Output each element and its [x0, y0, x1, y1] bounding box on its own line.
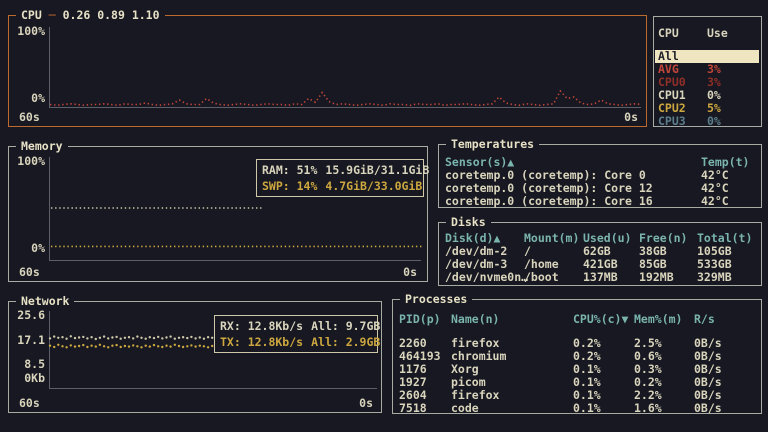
network-x-axis-left-label: 60s: [19, 397, 40, 410]
network-panel-title: Network: [16, 293, 74, 309]
network-y-tick-4: 0Kb: [9, 372, 45, 385]
cpu-graph-axis: [49, 27, 641, 108]
memory-legend-swap-row: SWP: 14% 4.7GiB/33.0GiB: [262, 179, 418, 194]
disks-panel-title: Disks: [446, 214, 491, 230]
cpu-x-axis-left-label: 60s: [19, 111, 40, 124]
cpu-panel-title: CPU ─ 0.26 0.89 1.10: [16, 7, 165, 23]
disks-table-rows: /dev/dm-2/62GB38GB105GB/dev/dm-3/home421…: [439, 245, 761, 284]
system-monitor-screen: CPU ─ 0.26 0.89 1.10 100% 0% 60s 0s CPU …: [0, 0, 768, 432]
process-cell-3: 1.6%: [634, 402, 694, 415]
network-legend-rx-row: RX: 12.8Kb/s All: 9.7GB: [220, 319, 372, 334]
network-y-tick-2: 17.1: [9, 334, 45, 347]
processes-header-col-3[interactable]: Mem%(m): [634, 313, 694, 326]
memory-x-axis-left-label: 60s: [19, 266, 40, 279]
temperatures-panel[interactable]: Temperatures Sensor(s)▲ Temp(t) coretemp…: [438, 144, 762, 208]
network-panel[interactable]: Network 25.6 17.1 8.5 0Kb RX: 12.8Kb/s A…: [8, 301, 382, 413]
swap-usage-label: SWP: 14%: [262, 179, 317, 194]
cpu-table-header-use[interactable]: Use: [707, 27, 728, 40]
cpu-legend-table-panel[interactable]: CPU Use AllAVG3%CPU03%CPU10%CPU25%CPU30%: [653, 16, 762, 127]
memory-panel-title: Memory: [16, 138, 68, 154]
network-legend: RX: 12.8Kb/s All: 9.7GB TX: 12.8Kb/s All…: [214, 315, 378, 353]
processes-table-rows: 2260firefox0.2%2.5%0B/s464193chromium0.2…: [393, 337, 761, 415]
cpu-table-header: CPU Use: [654, 27, 728, 40]
tx-rate-label: TX: 12.8Kb/s: [220, 335, 303, 350]
rx-rate-label: RX: 12.8Kb/s: [220, 319, 303, 334]
cpu-y-axis-bottom-label: 0%: [9, 92, 45, 105]
cpu-title-separator: ─: [49, 8, 56, 22]
cpu-table-rows: AllAVG3%CPU03%CPU10%CPU25%CPU30%: [654, 50, 761, 128]
cpu-table-row[interactable]: CPU30%: [654, 115, 761, 128]
ram-usage-detail: 15.9GiB/31.1GiB: [325, 163, 429, 178]
processes-table-header: PID(p)Name(n)CPU%(c)▼Mem%(m)R/s: [393, 313, 761, 326]
memory-y-axis-top-label: 100%: [9, 155, 45, 168]
sensor-temp: 42°C: [701, 195, 761, 208]
network-y-tick-1: 25.6: [9, 309, 45, 322]
processes-panel-title: Processes: [400, 291, 472, 307]
tx-total-label: All: 2.9GB: [311, 335, 380, 350]
cpu-panel[interactable]: CPU ─ 0.26 0.89 1.10 100% 0% 60s 0s: [8, 15, 647, 127]
network-x-axis-right-label: 0s: [359, 397, 373, 410]
disk-cell-0: /dev/nvme0n…: [445, 271, 524, 284]
temperature-row[interactable]: coretemp.0 (coretemp): Core 1642°C: [439, 195, 761, 208]
memory-legend-ram-row: RAM: 51% 15.9GiB/31.1GiB: [262, 163, 418, 178]
ram-usage-label: RAM: 51%: [262, 163, 317, 178]
cpu-load-average: 0.26 0.89 1.10: [63, 8, 160, 22]
memory-legend: RAM: 51% 15.9GiB/31.1GiB SWP: 14% 4.7GiB…: [256, 159, 424, 197]
disks-header-col-1[interactable]: Mount(m): [524, 232, 583, 245]
processes-header-col-1[interactable]: Name(n): [451, 313, 573, 326]
cpu-usage-graph: [50, 27, 642, 108]
cpu-title-label: CPU: [21, 8, 42, 22]
memory-y-axis-bottom-label: 0%: [9, 242, 45, 255]
rx-total-label: All: 9.7GB: [311, 319, 380, 334]
temperatures-panel-title: Temperatures: [446, 136, 539, 152]
memory-panel[interactable]: Memory 100% 0% RAM: 51% 15.9GiB/31.1GiB …: [8, 146, 428, 282]
processes-panel[interactable]: Processes PID(p)Name(n)CPU%(c)▼Mem%(m)R/…: [392, 299, 762, 414]
processes-header-col-0[interactable]: PID(p): [399, 313, 451, 326]
cpu-y-axis-top-label: 100%: [9, 25, 45, 38]
memory-x-axis-right-label: 0s: [403, 266, 417, 279]
process-cell-4: 0B/s: [694, 402, 761, 415]
cpu-table-header-cpu[interactable]: CPU: [658, 27, 707, 40]
process-cell-0: 7518: [399, 402, 451, 415]
process-cell-1: code: [451, 402, 573, 415]
sensor-name: coretemp.0 (coretemp): Core 16: [445, 195, 701, 208]
disks-panel[interactable]: Disks Disk(d)▲Mount(m)Used(u)Free(n)Tota…: [438, 222, 762, 286]
processes-header-col-4[interactable]: R/s: [694, 313, 761, 326]
cpu-x-axis-right-label: 0s: [624, 111, 638, 124]
disk-cell-1: /boot: [524, 271, 583, 284]
disk-cell-3: 192MB: [639, 271, 697, 284]
network-legend-tx-row: TX: 12.8Kb/s All: 2.9GB: [220, 335, 372, 350]
process-cell-2: 0.1%: [573, 402, 634, 415]
disk-row[interactable]: /dev/nvme0n…/boot137MB192MB329MB: [439, 271, 761, 284]
cpu-core-usage: 0%: [707, 115, 761, 128]
temperatures-table-rows: coretemp.0 (coretemp): Core 042°Ccoretem…: [439, 169, 761, 208]
swap-usage-detail: 4.7GiB/33.0GiB: [325, 179, 422, 194]
disk-cell-4: 329MB: [697, 271, 761, 284]
disk-cell-2: 137MB: [583, 271, 639, 284]
process-row[interactable]: 7518code0.1%1.6%0B/s: [393, 402, 761, 415]
processes-header-col-2[interactable]: CPU%(c)▼: [573, 313, 634, 326]
cpu-core-label: CPU3: [658, 115, 707, 128]
network-y-tick-3: 8.5: [9, 358, 45, 371]
